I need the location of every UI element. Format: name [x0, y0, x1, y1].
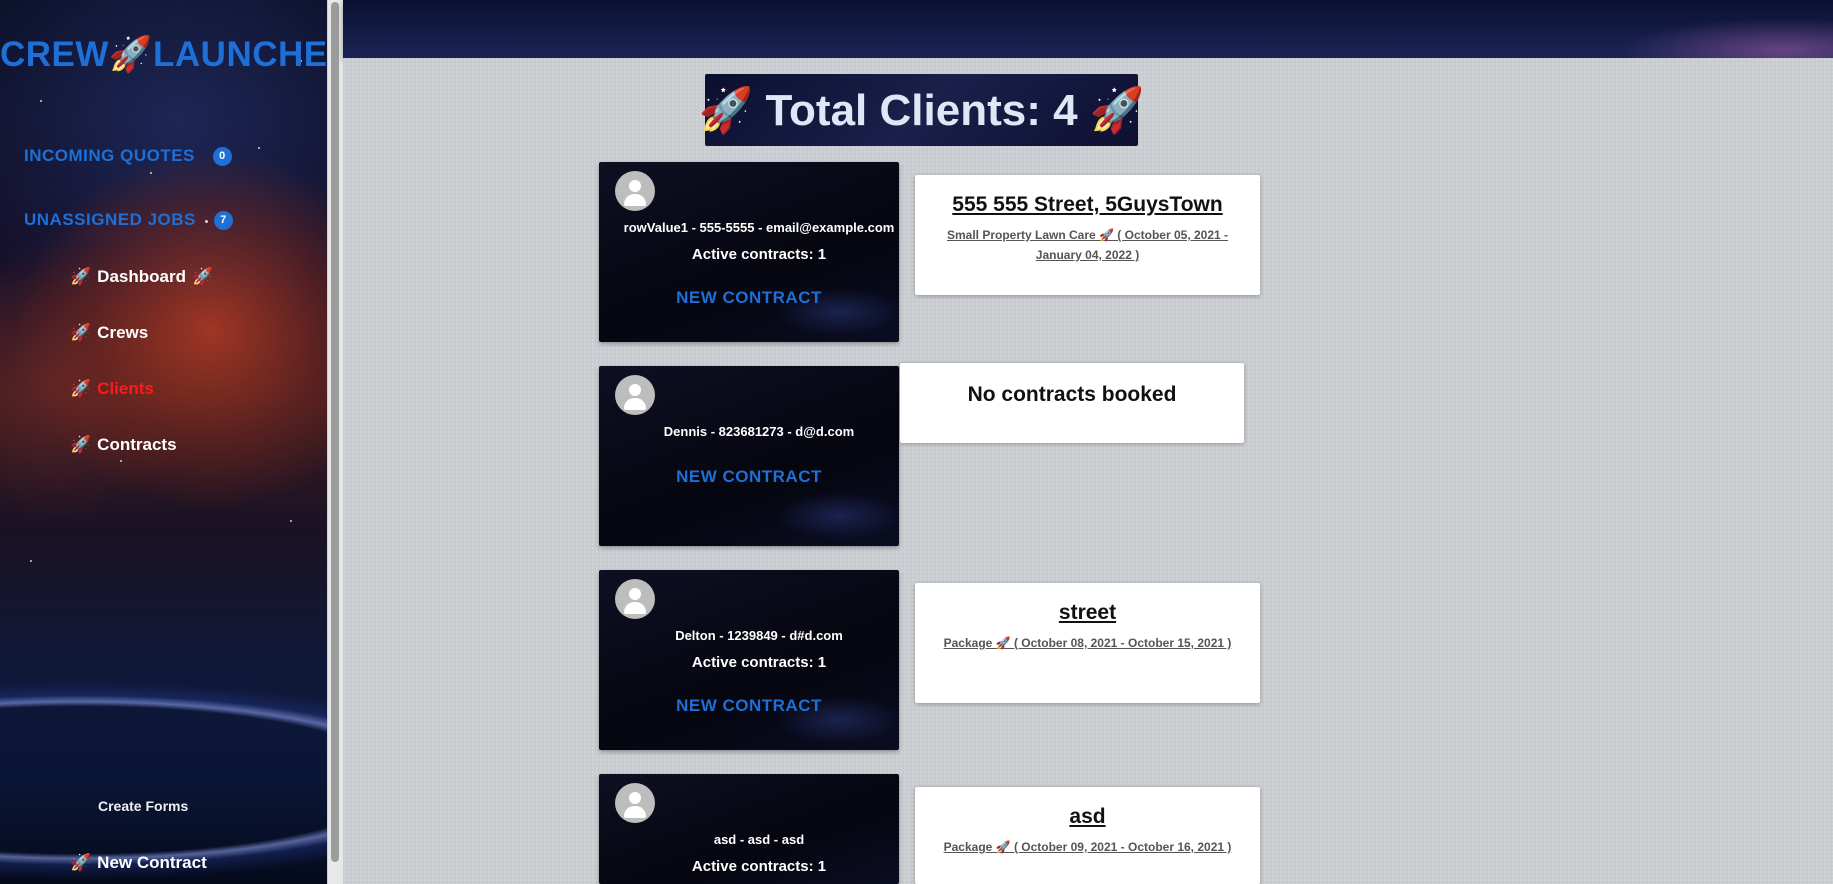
rocket-icon: 🚀	[191, 267, 214, 286]
client-card: asd - asd - asd Active contracts: 1	[599, 774, 899, 884]
active-contracts: Active contracts: 1	[691, 654, 827, 671]
new-contract-button[interactable]: NEW CONTRACT	[599, 288, 899, 308]
contract-card[interactable]: street Package 🚀 ( October 08, 2021 - Oc…	[915, 583, 1260, 703]
sidebar-scrollbar-thumb[interactable]	[331, 2, 339, 862]
incoming-quotes-label: INCOMING QUOTES	[24, 146, 195, 165]
unassigned-jobs-badge: 7	[213, 210, 233, 230]
contract-title[interactable]: street	[915, 601, 1260, 625]
avatar	[615, 171, 655, 211]
client-card: Delton - 1239849 - d#d.com Active contra…	[599, 570, 899, 750]
contract-title[interactable]: 555 555 Street, 5GuysTown	[915, 193, 1260, 217]
sidebar: CREW🚀LAUNCHER INCOMING QUOTES 0 UNASSIGN…	[0, 0, 327, 884]
total-clients-heading: 🚀 Total Clients: 4 🚀	[698, 74, 1145, 146]
client-info: asd - asd - asd	[713, 832, 805, 847]
avatar	[615, 375, 655, 415]
sidebar-item-dashboard[interactable]: 🚀 Dashboard 🚀	[70, 267, 213, 287]
contract-detail[interactable]: Small Property Lawn Care 🚀 ( October 05,…	[933, 225, 1242, 265]
rocket-icon: 🚀	[70, 435, 92, 454]
sidebar-item-label: Contracts	[97, 435, 177, 454]
sidebar-item-new-contract[interactable]: 🚀 New Contract	[70, 853, 207, 873]
unassigned-jobs-link[interactable]: UNASSIGNED JOBS 7	[24, 210, 233, 230]
client-info: rowValue1 - 555-5555 - email@example.com	[623, 220, 895, 235]
top-banner	[343, 0, 1833, 58]
avatar	[615, 579, 655, 619]
no-contracts-text: No contracts booked	[967, 383, 1177, 406]
contract-card[interactable]: asd Package 🚀 ( October 09, 2021 - Octob…	[915, 787, 1260, 884]
client-info: Dennis - 823681273 - d@d.com	[663, 424, 855, 439]
sidebar-item-clients[interactable]: 🚀 Clients	[70, 379, 154, 399]
rocket-icon: 🚀	[70, 853, 92, 872]
client-card: rowValue1 - 555-5555 - email@example.com…	[599, 162, 899, 342]
sidebar-item-label: Crews	[97, 323, 149, 342]
client-card: Dennis - 823681273 - d@d.com NEW CONTRAC…	[599, 366, 899, 546]
active-contracts: Active contracts: 1	[691, 858, 827, 875]
avatar	[615, 783, 655, 823]
new-contract-button[interactable]: NEW CONTRACT	[599, 696, 899, 716]
no-contracts-card: No contracts booked	[900, 363, 1244, 443]
contract-title[interactable]: asd	[915, 805, 1260, 829]
sidebar-item-crews[interactable]: 🚀 Crews	[70, 323, 148, 343]
create-forms-heading: Create Forms	[98, 798, 189, 814]
active-contracts: Active contracts: 1	[691, 246, 827, 263]
contract-detail[interactable]: Package 🚀 ( October 08, 2021 - October 1…	[933, 633, 1242, 653]
sidebar-item-label: New Contract	[97, 853, 207, 872]
incoming-quotes-link[interactable]: INCOMING QUOTES 0	[24, 146, 232, 166]
contract-card[interactable]: 555 555 Street, 5GuysTown Small Property…	[915, 175, 1260, 295]
rocket-icon: 🚀	[70, 379, 92, 398]
client-info: Delton - 1239849 - d#d.com	[675, 628, 843, 643]
rocket-icon: 🚀	[70, 323, 92, 342]
incoming-quotes-badge: 0	[212, 146, 232, 166]
sidebar-item-label: Dashboard	[97, 267, 186, 286]
unassigned-jobs-label: UNASSIGNED JOBS	[24, 210, 196, 229]
contract-detail[interactable]: Package 🚀 ( October 09, 2021 - October 1…	[933, 837, 1242, 857]
brand-logo[interactable]: CREW🚀LAUNCHER	[0, 34, 327, 75]
rocket-icon: 🚀	[70, 267, 92, 286]
sidebar-item-contracts[interactable]: 🚀 Contracts	[70, 435, 177, 455]
sidebar-item-label: Clients	[97, 379, 154, 398]
new-contract-button[interactable]: NEW CONTRACT	[599, 467, 899, 487]
